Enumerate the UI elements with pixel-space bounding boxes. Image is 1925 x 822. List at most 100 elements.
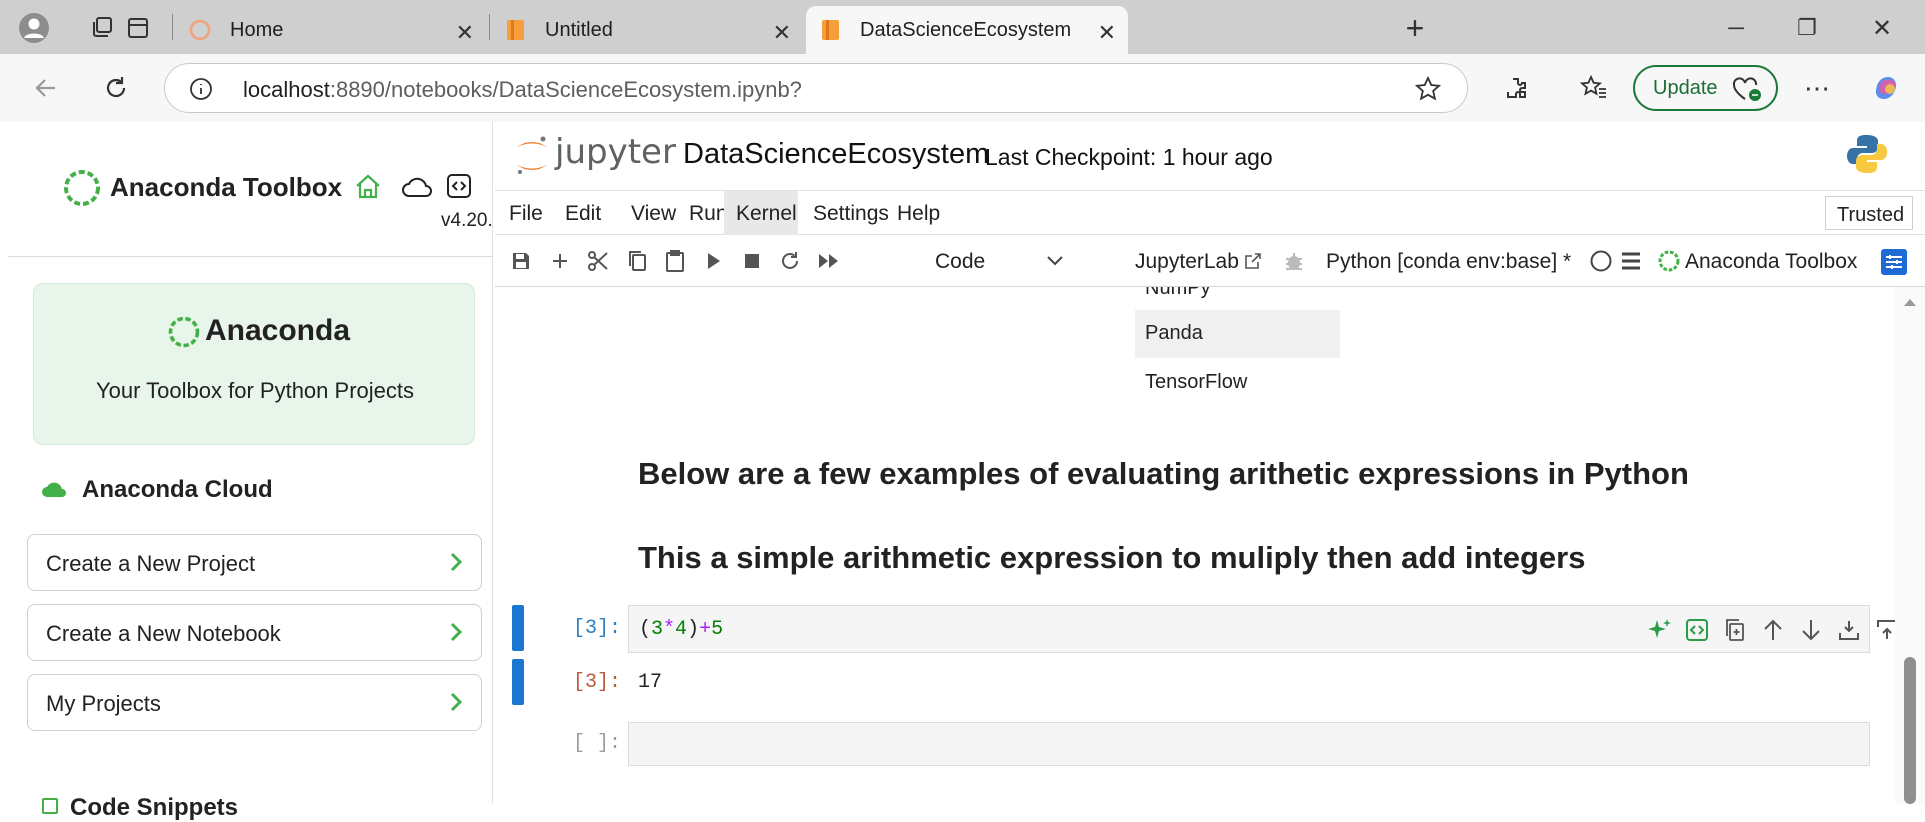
notebook-scrollbar[interactable]	[1895, 287, 1925, 804]
restart-run-all-icon[interactable]	[817, 249, 841, 273]
run-cell-icon[interactable]	[702, 249, 726, 273]
code-cell-input[interactable]: (3*4)+5	[628, 605, 1925, 653]
restart-kernel-icon[interactable]	[778, 249, 802, 273]
address-bar[interactable]: localhost:8890/notebooks/DataScienceEcos…	[164, 63, 1468, 113]
anaconda-logo-icon	[1657, 249, 1681, 273]
jupyter-header: jupyter DataScienceEcosystem Last Checkp…	[495, 122, 1925, 190]
menu-help[interactable]: Help	[885, 191, 952, 235]
snippets-icon	[42, 798, 58, 814]
property-inspector-icon[interactable]	[1881, 249, 1907, 275]
tab-actions-icon[interactable]	[118, 8, 158, 48]
move-up-icon[interactable]	[1759, 616, 1787, 644]
tab-untitled[interactable]: Untitled ✕	[491, 6, 803, 54]
kernel-status-icon	[1589, 249, 1613, 273]
kernel-name[interactable]: Python [conda env:base] *	[1326, 250, 1571, 274]
site-info-icon[interactable]	[189, 77, 213, 101]
menu-lines-icon[interactable]	[1619, 249, 1643, 273]
input-prompt: [3]:	[573, 617, 622, 640]
anaconda-welcome-card: Anaconda Your Toolbox for Python Project…	[33, 283, 475, 445]
more-options-icon[interactable]: ⋯	[1797, 68, 1837, 108]
ai-sparkle-icon[interactable]	[1645, 616, 1673, 644]
back-icon[interactable]	[26, 68, 66, 108]
anaconda-logo-icon	[166, 314, 202, 350]
url-text[interactable]: localhost:8890/notebooks/DataScienceEcos…	[243, 77, 802, 103]
tab-datascienceecosystem[interactable]: DataScienceEcosystem ✕	[806, 6, 1128, 54]
url-host: localhost	[243, 77, 330, 102]
update-button[interactable]: Update	[1633, 65, 1778, 111]
empty-code-cell[interactable]	[628, 722, 1870, 766]
notebook-name[interactable]: DataScienceEcosystem	[683, 138, 989, 171]
chevron-down-icon[interactable]	[1043, 249, 1067, 273]
extensions-icon[interactable]	[1496, 68, 1536, 108]
paste-icon[interactable]	[663, 249, 687, 273]
cut-icon[interactable]	[586, 249, 610, 273]
scrollbar-thumb[interactable]	[1904, 657, 1916, 804]
home-icon[interactable]	[353, 172, 383, 202]
profile-icon[interactable]	[14, 8, 54, 48]
menu-file[interactable]: File	[497, 191, 555, 235]
close-tab-icon[interactable]: ✕	[456, 20, 474, 46]
debugger-icon[interactable]	[1282, 249, 1306, 273]
list-item: Panda	[1135, 310, 1340, 358]
tab-title: Untitled	[545, 18, 613, 41]
my-projects-button[interactable]: My Projects	[27, 674, 482, 731]
code-cell-toolbox-icon[interactable]	[1683, 616, 1711, 644]
url-path: :8890/notebooks/DataScienceEcosystem.ipy…	[329, 77, 802, 102]
favorites-icon[interactable]	[1574, 68, 1614, 108]
create-new-project-button[interactable]: Create a New Project	[27, 534, 482, 591]
anaconda-toolbox-toolbar-button[interactable]: Anaconda Toolbox	[1685, 250, 1857, 274]
sidebar-header: Anaconda Toolbox v4.20.	[8, 122, 493, 257]
update-label: Update	[1653, 77, 1718, 99]
insert-below-icon[interactable]	[1835, 616, 1863, 644]
create-new-notebook-button[interactable]: Create a New Notebook	[27, 604, 482, 661]
card-title: Anaconda	[205, 314, 351, 347]
jupyter-notebook-icon	[820, 18, 842, 42]
empty-cell-prompt: [ ]:	[573, 732, 622, 755]
copy-icon[interactable]	[625, 249, 649, 273]
button-label: My Projects	[46, 691, 161, 716]
refresh-icon[interactable]	[96, 68, 136, 108]
chevron-right-icon	[445, 549, 467, 575]
restore-icon[interactable]: ❐	[1787, 8, 1827, 48]
tab-home[interactable]: Home ✕	[174, 6, 486, 54]
cell-type-select[interactable]: Code	[935, 250, 985, 274]
sidebar-title: Anaconda Toolbox	[110, 172, 343, 202]
anaconda-logo-icon	[62, 168, 102, 208]
tab-separator	[489, 14, 490, 40]
health-icon	[1731, 77, 1763, 103]
trusted-indicator[interactable]: Trusted	[1825, 196, 1913, 230]
minimize-icon[interactable]: ─	[1716, 8, 1756, 48]
anaconda-toolbox-sidebar: Anaconda Toolbox v4.20. Anaconda Your To…	[8, 122, 493, 821]
cloud-icon[interactable]	[400, 174, 434, 200]
scroll-up-icon[interactable]	[1903, 297, 1917, 307]
chevron-right-icon	[445, 619, 467, 645]
stop-icon[interactable]	[740, 249, 764, 273]
window-close-icon[interactable]: ✕	[1862, 8, 1902, 48]
notebook-toolbar: Code JupyterLab Python [conda env:base] …	[495, 235, 1925, 287]
tab-title: DataScienceEcosystem	[860, 18, 1072, 41]
save-icon[interactable]	[509, 249, 533, 273]
workspaces-icon[interactable]	[82, 8, 122, 48]
output-collapser[interactable]	[512, 659, 524, 705]
new-tab-icon[interactable]: +	[1395, 8, 1435, 48]
jupyterlab-link[interactable]: JupyterLab	[1135, 250, 1239, 274]
move-down-icon[interactable]	[1797, 616, 1825, 644]
active-cell-indicator[interactable]	[512, 605, 524, 651]
menu-kernel[interactable]: Kernel	[724, 191, 798, 235]
close-tab-icon[interactable]: ✕	[1098, 20, 1116, 46]
last-checkpoint: Last Checkpoint: 1 hour ago	[985, 144, 1273, 170]
add-cell-icon[interactable]	[548, 249, 572, 273]
code-view-icon[interactable]	[446, 173, 472, 199]
favorite-star-icon[interactable]	[1415, 76, 1441, 102]
copilot-icon[interactable]	[1866, 68, 1906, 108]
close-tab-icon[interactable]: ✕	[773, 20, 791, 46]
address-bar-row: localhost:8890/notebooks/DataScienceEcos…	[0, 54, 1925, 122]
button-label: Create a New Project	[46, 551, 256, 576]
output-prompt: [3]:	[573, 671, 622, 694]
menu-edit[interactable]: Edit	[553, 191, 613, 235]
code-text[interactable]: (3*4)+5	[639, 618, 723, 641]
jupyter-logo-icon[interactable]	[513, 134, 551, 178]
duplicate-cell-icon[interactable]	[1721, 616, 1749, 644]
cell-output: 17	[638, 671, 663, 694]
card-subtitle: Your Toolbox for Python Projects	[96, 378, 414, 403]
